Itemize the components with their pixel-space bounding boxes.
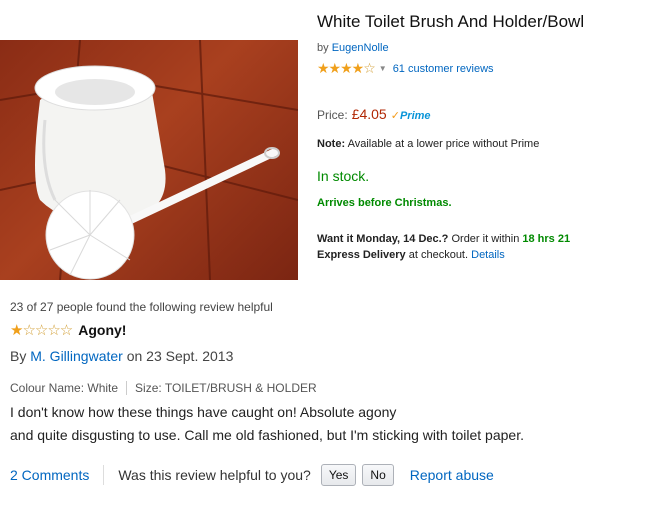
- prime-note: Note: Available at a lower price without…: [317, 138, 539, 150]
- review-body-line: and quite disgusting to use. Call me old…: [10, 427, 524, 443]
- divider: [126, 381, 128, 395]
- divider: [103, 465, 105, 485]
- order-within-label: Order it within: [451, 233, 520, 245]
- price-value: £4.05: [351, 106, 387, 122]
- rating-row: ★★★★☆ ▼ 61 customer reviews: [317, 60, 494, 77]
- delivery-info: Want it Monday, 14 Dec.? Order it within…: [317, 231, 647, 263]
- details-link[interactable]: Details: [471, 249, 505, 261]
- customer-reviews-link[interactable]: 61 customer reviews: [393, 63, 494, 75]
- review-body: I don't know how these things have caugh…: [10, 401, 650, 447]
- star-rating-icon[interactable]: ★★★★☆: [317, 60, 376, 77]
- report-abuse-link[interactable]: Report abuse: [410, 467, 494, 483]
- chevron-down-icon[interactable]: ▼: [379, 64, 387, 73]
- prime-label: Prime: [399, 110, 431, 122]
- price-row: Price: £4.05 ✓Prime: [317, 106, 431, 122]
- review-star-rating-icon: ★☆☆☆☆: [10, 322, 73, 339]
- colour-name: Colour Name: White: [10, 381, 119, 395]
- review-header: ★☆☆☆☆ Agony!: [10, 321, 126, 339]
- review-by-label: By: [10, 348, 27, 364]
- review-byline: By M. Gillingwater on 23 Sept. 2013: [10, 348, 233, 364]
- brand-byline: by EugenNolle: [317, 42, 389, 54]
- review-footer: 2 Comments Was this review helpful to yo…: [10, 464, 494, 486]
- review-title[interactable]: Agony!: [78, 322, 126, 338]
- checkout-label: at checkout.: [408, 249, 469, 261]
- prime-check-icon: ✓: [390, 110, 400, 122]
- helpful-count: 23 of 27 people found the following revi…: [10, 300, 273, 314]
- order-countdown: 18 hrs 21: [522, 233, 571, 245]
- note-label: Note:: [317, 138, 346, 150]
- review-body-line: I don't know how these things have caugh…: [10, 404, 397, 420]
- stock-status: In stock.: [317, 168, 370, 184]
- review-author-link[interactable]: M. Gillingwater: [30, 348, 123, 364]
- price-label: Price:: [317, 108, 348, 122]
- note-text: Available at a lower price without Prime: [347, 138, 540, 150]
- yes-button[interactable]: Yes: [320, 464, 357, 486]
- size-name: Size: TOILET/BRUSH & HOLDER: [135, 381, 317, 395]
- product-title[interactable]: White Toilet Brush And Holder/Bowl: [317, 12, 584, 32]
- helpful-question: Was this review helpful to you?: [118, 467, 311, 483]
- express-delivery: Express Delivery: [317, 249, 406, 261]
- comments-link[interactable]: 2 Comments: [10, 467, 89, 483]
- review-date: on 23 Sept. 2013: [126, 348, 234, 364]
- delivery-date: Want it Monday, 14 Dec.?: [317, 233, 449, 245]
- no-button[interactable]: No: [362, 464, 394, 486]
- brand-link[interactable]: EugenNolle: [332, 42, 389, 54]
- review-variant-info: Colour Name: White Size: TOILET/BRUSH & …: [10, 381, 317, 395]
- prime-badge[interactable]: ✓Prime: [391, 109, 431, 122]
- by-label: by: [317, 42, 329, 54]
- arrival-notice: Arrives before Christmas.: [317, 197, 452, 209]
- product-image[interactable]: [0, 40, 298, 280]
